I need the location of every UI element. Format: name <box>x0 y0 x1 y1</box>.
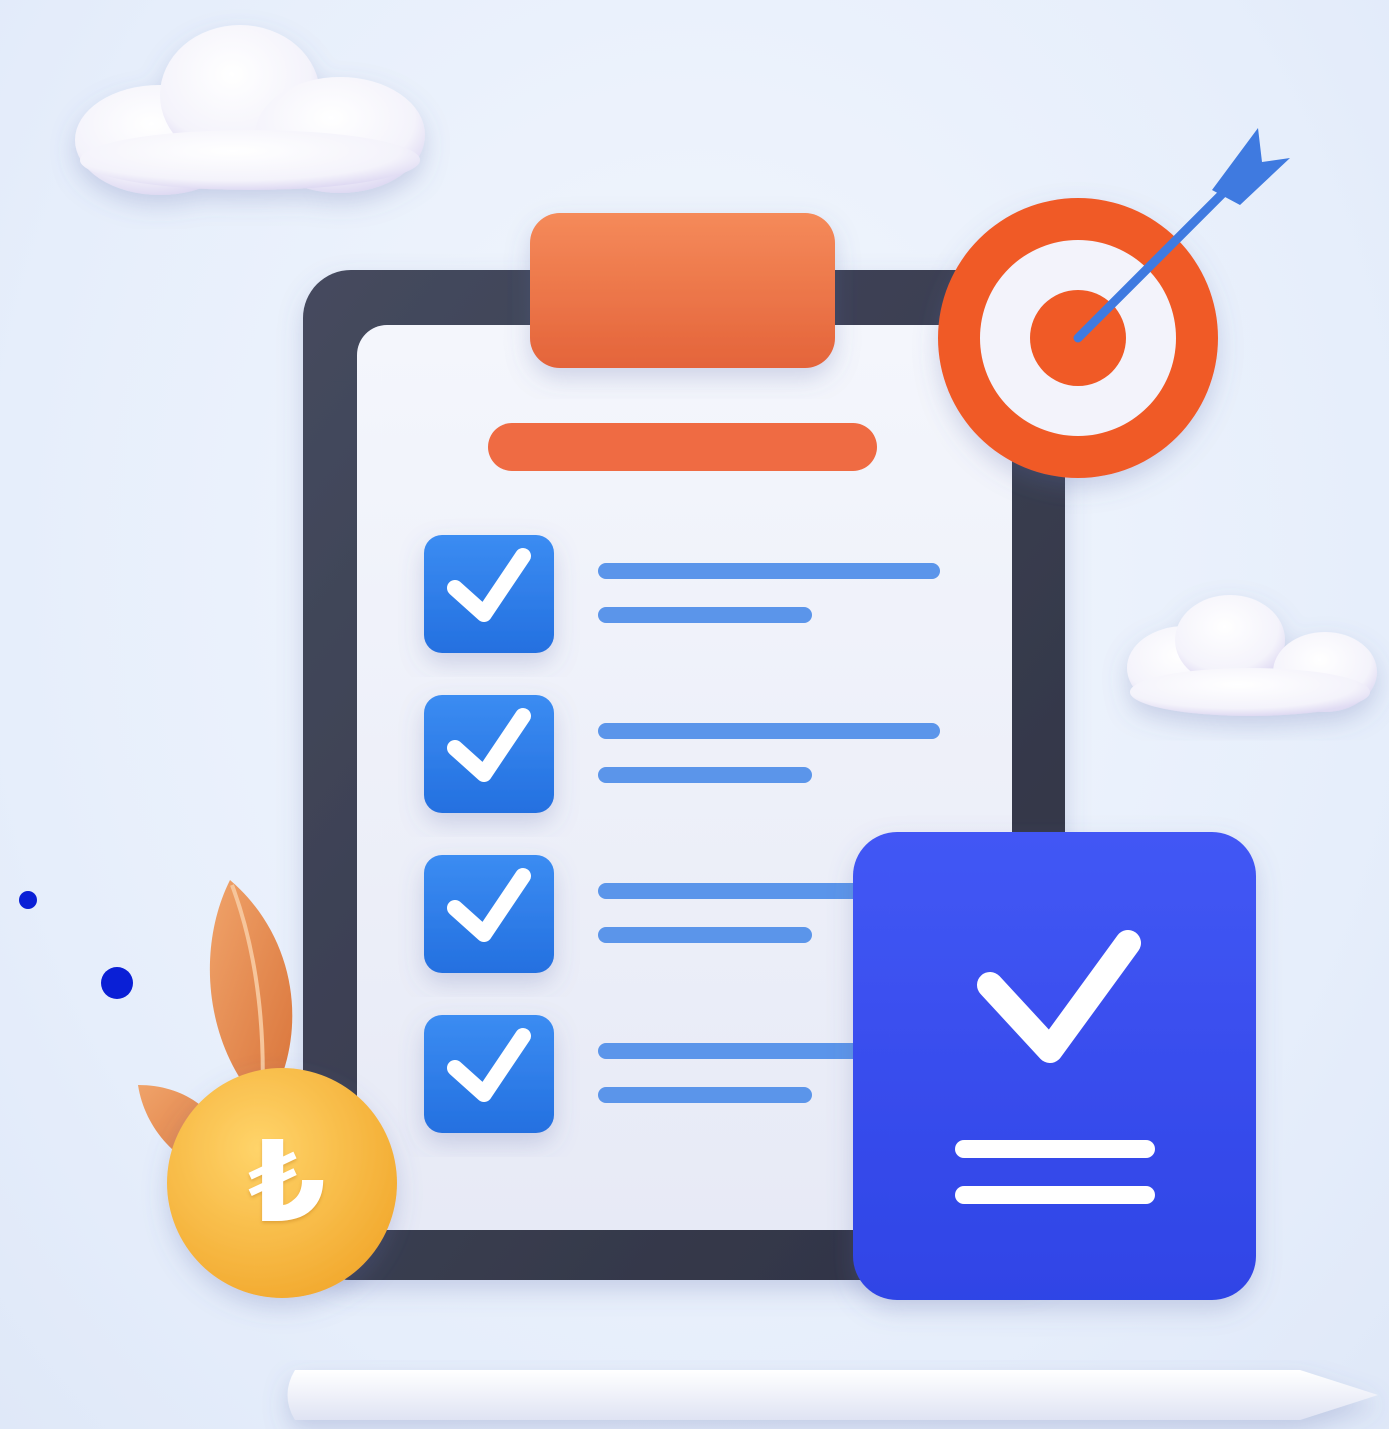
clipboard-clip <box>530 213 835 368</box>
approval-badge <box>853 832 1256 1300</box>
list-line <box>598 607 812 623</box>
list-line <box>598 563 940 579</box>
badge-line <box>955 1186 1155 1204</box>
list-line <box>598 1087 812 1103</box>
checklist-title-bar <box>488 423 877 471</box>
list-line <box>598 927 812 943</box>
cloud-icon <box>1127 595 1377 716</box>
decorative-dot <box>101 967 133 999</box>
checklist-illustration <box>19 25 1378 1420</box>
pencil-icon <box>287 1370 1378 1420</box>
list-line <box>598 767 812 783</box>
badge-line <box>955 1140 1155 1158</box>
decorative-dot <box>19 891 37 909</box>
coin-currency-symbol: ₺ <box>248 1118 326 1248</box>
cloud-icon <box>75 25 425 195</box>
list-line <box>598 723 940 739</box>
